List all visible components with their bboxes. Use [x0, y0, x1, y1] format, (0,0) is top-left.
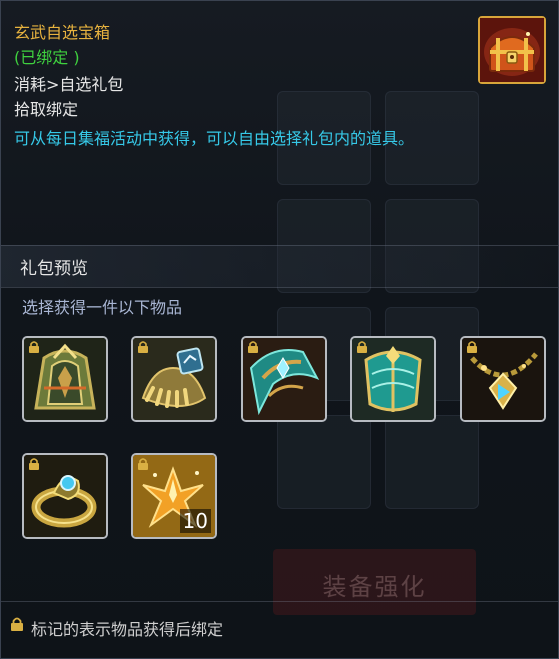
- reward-item-jade-shoulder[interactable]: [241, 336, 327, 422]
- reward-item-gauntlet[interactable]: [131, 336, 217, 422]
- lock-icon: [29, 341, 39, 353]
- lock-icon: [467, 341, 477, 353]
- lock-icon: [138, 458, 148, 470]
- bind-note: 标记的表示物品获得后绑定: [31, 620, 224, 639]
- reward-item-gold-ring[interactable]: [22, 453, 108, 539]
- reward-item-armor-pauldron[interactable]: [22, 336, 108, 422]
- item-tooltip: 装备强化 玄武自选宝箱 (已绑定 ) 消耗>自选礼包 拾取绑定 可从每日集福活动…: [0, 0, 559, 659]
- background-slot: [277, 415, 371, 509]
- lock-icon: [29, 458, 39, 470]
- reward-item-amber-crystal[interactable]: 10: [131, 453, 217, 539]
- treasure-chest-icon: [478, 16, 546, 84]
- pickup-rule: 拾取绑定: [14, 100, 79, 119]
- item-quantity: 10: [179, 509, 211, 533]
- divider: [1, 601, 558, 602]
- bind-status: (已绑定 ): [14, 48, 80, 67]
- divider: [1, 245, 558, 246]
- lock-icon: [138, 341, 148, 353]
- lock-icon: [357, 341, 367, 353]
- item-name: 玄武自选宝箱: [14, 23, 111, 42]
- divider: [1, 287, 558, 288]
- item-description: 可从每日集福活动中获得，可以自由选择礼包内的道具。: [14, 129, 415, 148]
- background-enhance-button-label: 装备强化: [322, 573, 427, 601]
- background-slot: [385, 415, 479, 509]
- item-category: 消耗>自选礼包: [14, 75, 124, 94]
- preview-instruction: 选择获得一件以下物品: [22, 298, 183, 317]
- lock-icon: [11, 617, 23, 631]
- reward-item-jade-chestplate[interactable]: [350, 336, 436, 422]
- preview-title: 礼包预览: [20, 259, 88, 279]
- reward-item-amulet-necklace[interactable]: [460, 336, 546, 422]
- lock-icon: [248, 341, 258, 353]
